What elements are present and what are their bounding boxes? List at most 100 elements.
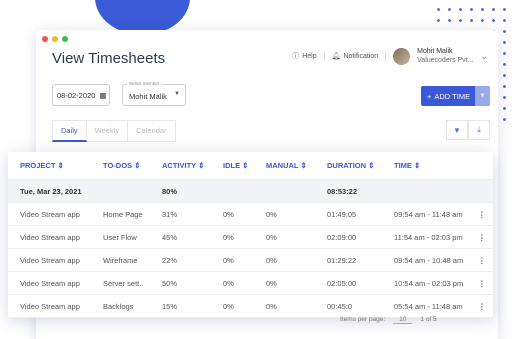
cell-activity: 15%	[162, 301, 178, 311]
cell-manual: 0%	[266, 232, 277, 242]
download-icon: ⤓	[477, 125, 481, 134]
col-activity[interactable]: ACTIVITY ⇕	[162, 161, 204, 170]
help-label: Help	[302, 52, 317, 60]
table-row[interactable]: Video Stream app User Flow 45% 0% 0% 02:…	[8, 226, 493, 249]
cell-manual: 0%	[266, 209, 277, 219]
maximize-window-dot[interactable]	[62, 36, 68, 42]
cell-idle: 0%	[223, 209, 234, 219]
avatar	[393, 47, 411, 65]
table-row[interactable]: Video Stream app Home Page 31% 0% 0% 01:…	[8, 203, 493, 226]
caret-down-icon: ▼	[174, 91, 180, 97]
col-duration[interactable]: DURATION ⇕	[327, 161, 374, 170]
user-info: Mohit Malik Valuecoders Pvt...	[417, 47, 473, 65]
cell-todo: User Flow	[103, 232, 137, 242]
help-icon: ⓘ	[292, 53, 300, 60]
cell-manual: 0%	[266, 301, 277, 311]
items-per-page-label: Items per page:	[340, 316, 386, 323]
cell-idle: 0%	[223, 278, 234, 288]
table-row[interactable]: Video Stream app Backlogs 15% 0% 0% 00:4…	[8, 295, 493, 318]
top-navigation: ⓘ Help 🔔︎ Notification Mohit Malik Value…	[292, 47, 488, 65]
cell-activity: 45%	[162, 232, 178, 242]
add-time-label: ADD TIME	[434, 91, 471, 101]
table-group-row: Tue, Mar 23, 2021 80% 08:53:22	[8, 180, 493, 203]
notification-link[interactable]: 🔔︎ Notification	[331, 52, 379, 61]
more-options-icon[interactable]: ⋮	[478, 233, 486, 242]
tab-weekly[interactable]: Weekly	[86, 120, 129, 142]
more-options-icon[interactable]: ⋮	[478, 256, 486, 265]
add-time-main[interactable]: + ADD TIME	[421, 92, 475, 101]
cell-duration: 02:05:00	[327, 278, 357, 288]
cell-idle: 0%	[223, 301, 234, 311]
add-time-dropdown[interactable]: ▼	[475, 86, 490, 106]
minimize-window-dot[interactable]	[52, 36, 58, 42]
cell-time: 11:54 am - 02:03 pm	[394, 232, 463, 242]
cell-manual: 0%	[266, 278, 277, 288]
cell-todo: Home Page	[103, 209, 143, 219]
date-picker[interactable]: 08-02-2020 ▦	[52, 84, 110, 106]
cell-project: Video Stream app	[20, 301, 80, 311]
group-duration: 08:53:22	[327, 186, 358, 196]
col-time[interactable]: TIME ⇕	[394, 161, 420, 170]
close-window-dot[interactable]	[42, 36, 48, 42]
cell-duration: 01:49:05	[327, 209, 357, 219]
more-options-icon[interactable]: ⋮	[478, 210, 486, 219]
cell-activity: 22%	[162, 255, 178, 265]
bell-icon: 🔔︎	[331, 53, 341, 60]
more-options-icon[interactable]: ⋮	[478, 279, 486, 288]
member-select[interactable]: Select member Mohit Malik ▼	[122, 81, 186, 106]
timesheet-table: PROJECT ⇕ TO-DOS ⇕ ACTIVITY ⇕ IDLE ⇕ MAN…	[8, 152, 493, 318]
cell-time: 10:54 am - 02:03 pm	[394, 278, 464, 288]
cell-project: Video Stream app	[20, 255, 80, 265]
more-options-icon[interactable]: ⋮	[478, 302, 486, 311]
view-tabs: Daily Weekly Calendar	[52, 120, 176, 142]
cell-todo: Wireframe	[103, 255, 138, 265]
plus-icon: +	[427, 91, 432, 101]
cell-activity: 31%	[162, 209, 178, 219]
cell-todo: Server sett..	[103, 278, 144, 288]
caret-down-icon: ▼	[479, 93, 486, 99]
user-organization: Valuecoders Pvt...	[417, 57, 474, 64]
tab-calendar[interactable]: Calendar	[128, 120, 176, 142]
group-date: Tue, Mar 23, 2021	[20, 186, 82, 196]
chevron-down-icon: ⌄	[480, 50, 488, 61]
col-manual[interactable]: MANUAL ⇕	[266, 161, 307, 170]
cell-duration: 02:09:00	[327, 232, 357, 242]
cell-time: 09:54 am - 10:48 am	[394, 255, 464, 265]
cell-duration: 00:45:0	[327, 301, 353, 311]
tab-daily[interactable]: Daily	[52, 120, 87, 142]
user-name: Mohit Malik	[417, 48, 453, 55]
divider	[385, 51, 387, 61]
pagination: Items per page: 10 1 of 5	[340, 316, 437, 324]
cell-project: Video Stream app	[20, 209, 80, 219]
cell-project: Video Stream app	[20, 232, 80, 242]
help-link[interactable]: ⓘ Help	[292, 51, 316, 61]
cell-time: 05:54 am - 11:48 am	[394, 301, 463, 311]
filter-icon: ▼	[453, 125, 461, 135]
member-select-value: Mohit Malik	[129, 92, 167, 101]
table-actions: ▼ ⤓	[446, 120, 490, 140]
cell-idle: 0%	[223, 255, 234, 265]
screenshot-stage: View Timesheets ⓘ Help 🔔︎ Notification M…	[0, 0, 521, 339]
cell-duration: 01:29:22	[327, 255, 357, 265]
user-menu[interactable]: Mohit Malik Valuecoders Pvt... ⌄	[393, 47, 488, 65]
col-idle[interactable]: IDLE ⇕	[223, 161, 248, 170]
col-todos[interactable]: TO-DOS ⇕	[103, 161, 140, 170]
date-value: 08-02-2020	[57, 90, 96, 100]
cell-activity: 50%	[162, 278, 178, 288]
cell-todo: Backlogs	[103, 301, 134, 311]
items-per-page-select[interactable]: 10	[393, 316, 413, 324]
add-time-button[interactable]: + ADD TIME ▼	[421, 86, 490, 106]
col-project[interactable]: PROJECT ⇕	[20, 161, 64, 170]
group-activity: 80%	[162, 186, 178, 196]
filter-button[interactable]: ▼	[446, 120, 468, 140]
table-row[interactable]: Video Stream app Wireframe 22% 0% 0% 01:…	[8, 249, 493, 272]
cell-time: 09:54 am - 11:48 am	[394, 209, 463, 219]
download-button[interactable]: ⤓	[468, 120, 490, 140]
cell-idle: 0%	[223, 232, 234, 242]
member-select-label: Select member	[127, 81, 162, 86]
divider	[323, 51, 325, 61]
table-row[interactable]: Video Stream app Server sett.. 50% 0% 0%…	[8, 272, 493, 295]
calendar-icon: ▦	[99, 90, 107, 100]
table-header: PROJECT ⇕ TO-DOS ⇕ ACTIVITY ⇕ IDLE ⇕ MAN…	[8, 152, 493, 180]
window-controls	[42, 36, 68, 42]
